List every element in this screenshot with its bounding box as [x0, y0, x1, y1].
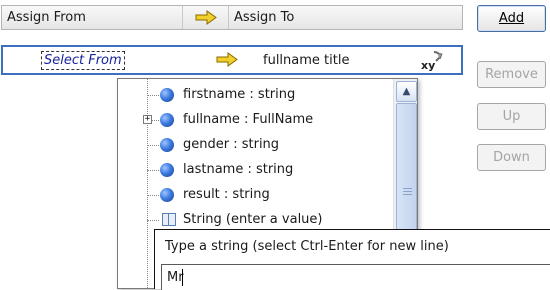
list-item-gender[interactable]: gender : string — [118, 132, 388, 158]
blue-ball-icon — [160, 113, 174, 127]
string-value-input[interactable]: Mr — [161, 264, 550, 290]
yellow-right-arrow-icon — [216, 52, 238, 67]
list-item-label: lastname : string — [183, 162, 294, 177]
xy-label: xy — [421, 59, 435, 72]
string-editor-popup: Type a string (select Ctrl-Enter for new… — [154, 229, 550, 290]
list-item-lastname[interactable]: lastname : string — [118, 157, 388, 183]
up-button-label: Up — [502, 109, 521, 124]
down-button-label: Down — [493, 150, 530, 165]
editor-hint: Type a string (select Ctrl-Enter for new… — [165, 239, 449, 254]
chevron-up-icon: ▲ — [402, 86, 411, 97]
blue-ball-icon — [160, 138, 174, 152]
assignment-row[interactable]: Select From fullname title xy — [1, 45, 463, 75]
up-button[interactable]: Up — [477, 103, 546, 130]
list-item-label: gender : string — [183, 137, 280, 152]
list-item-fullname[interactable]: + fullname : FullName — [118, 107, 388, 133]
column-header-assign-to[interactable]: Assign To — [229, 6, 462, 29]
remove-button-label: Remove — [485, 67, 538, 82]
list-item-firstname[interactable]: firstname : string — [118, 82, 388, 108]
blue-ball-icon — [160, 163, 174, 177]
yellow-right-arrow-icon — [195, 10, 217, 25]
list-item-label: fullname : FullName — [183, 112, 314, 127]
add-button[interactable]: Add — [477, 5, 546, 32]
string-literal-icon — [162, 213, 176, 226]
down-button[interactable]: Down — [477, 144, 546, 171]
blue-ball-icon — [160, 188, 174, 202]
xy-function-icon[interactable]: xy — [420, 50, 444, 72]
list-item-result[interactable]: result : string — [118, 182, 388, 208]
remove-button[interactable]: Remove — [477, 61, 546, 88]
add-button-label: Add — [498, 11, 525, 26]
blue-ball-icon — [160, 88, 174, 102]
list-item-label: firstname : string — [183, 87, 296, 102]
list-item-label: result : string — [183, 187, 270, 202]
column-header-arrow — [183, 6, 229, 29]
expand-plus-icon[interactable]: + — [143, 115, 152, 124]
select-from-combo[interactable]: Select From — [41, 51, 125, 70]
column-header-assign-from-label: Assign From — [7, 10, 86, 25]
scroll-up-button[interactable]: ▲ — [396, 81, 417, 102]
assign-to-value[interactable]: fullname title — [263, 51, 349, 70]
text-caret — [182, 269, 183, 286]
column-header-assign-from[interactable]: Assign From — [2, 6, 183, 29]
grid-header: Assign From Assign To — [1, 5, 463, 30]
column-header-assign-to-label: Assign To — [234, 10, 295, 25]
